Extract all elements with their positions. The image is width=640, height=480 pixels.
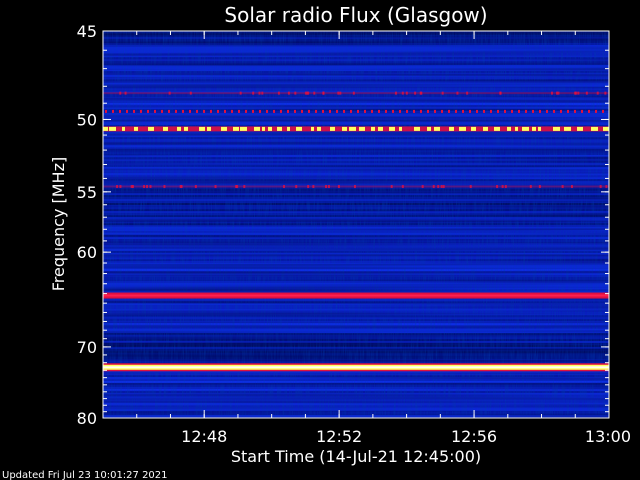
chart-title: Solar radio Flux (Glasgow) xyxy=(224,3,487,27)
spectrogram-plot-area xyxy=(103,31,609,418)
y-axis-label: Frequency [MHz] xyxy=(49,157,68,291)
y-tick-label: 70 xyxy=(77,338,97,357)
y-tick-label: 50 xyxy=(77,110,97,129)
updated-footer: Updated Fri Jul 23 10:01:27 2021 xyxy=(2,470,168,480)
y-tick-label: 80 xyxy=(77,409,97,428)
x-axis-label: Start Time (14-Jul-21 12:45:00) xyxy=(231,447,481,466)
y-tick-label: 55 xyxy=(77,183,97,202)
x-tick-label: 12:52 xyxy=(316,427,362,446)
y-tick-label: 60 xyxy=(77,243,97,262)
x-tick-label: 13:00 xyxy=(585,427,631,446)
emission-band xyxy=(103,292,609,299)
solar-radio-chart: 12:48 12:52 12:56 13:00 45 50 55 60 70 80 Solar … xyxy=(2,3,631,480)
y-tick-label: 45 xyxy=(77,22,97,41)
emission-band xyxy=(103,363,609,372)
emission-band xyxy=(103,126,609,132)
x-tick-label: 12:56 xyxy=(451,427,497,446)
spectrogram-row-noise xyxy=(103,31,609,418)
x-tick-label: 12:48 xyxy=(181,427,227,446)
